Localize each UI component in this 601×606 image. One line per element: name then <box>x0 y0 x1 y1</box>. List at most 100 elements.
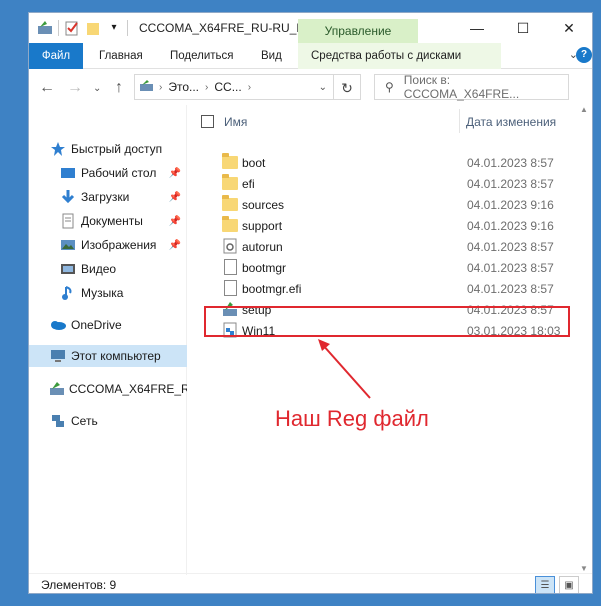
file-name: bootmgr.efi <box>242 282 302 296</box>
nav-item-onedrive[interactable]: OneDrive <box>29 314 187 336</box>
file-row-support[interactable]: support 04.01.2023 9:16 <box>189 215 592 236</box>
file-row-sources[interactable]: sources 04.01.2023 9:16 <box>189 194 592 215</box>
nav-label: Быстрый доступ <box>71 142 163 156</box>
nav-item-downloads[interactable]: Загрузки 📌 <box>29 186 187 208</box>
properties-icon[interactable] <box>64 20 80 36</box>
address-row: ← → ⌄ ↑ › Это... › CC... › ⌄ ↻ ⚲ Поиск в… <box>29 71 592 105</box>
breadcrumb-chevron-icon: › <box>159 81 163 93</box>
breadcrumb-this-pc[interactable]: Это... <box>168 80 199 94</box>
new-folder-icon[interactable] <box>85 20 101 36</box>
explorer-window: ▾ CCCOMA_X64FRE_RU-RU_D... Управление — … <box>28 12 593 594</box>
tab-file[interactable]: Файл <box>29 43 83 69</box>
file-name: autorun <box>242 240 283 254</box>
column-date-modified[interactable]: Дата изменения <box>466 115 556 129</box>
file-name: support <box>242 219 283 233</box>
address-dropdown-icon[interactable]: ⌄ <box>319 82 327 93</box>
help-icon[interactable]: ? <box>576 47 592 63</box>
nav-label: Изображения <box>81 238 157 252</box>
refresh-icon[interactable]: ↻ <box>334 74 361 100</box>
close-icon[interactable]: ✕ <box>546 13 592 43</box>
nav-item-music[interactable]: Музыка <box>29 282 187 304</box>
ribbon-tabs: Файл Главная Поделиться Вид Средства раб… <box>29 43 592 69</box>
file-date: 04.01.2023 9:16 <box>467 219 554 233</box>
address-bar[interactable]: › Это... › CC... › ⌄ <box>134 74 334 100</box>
recent-locations-icon[interactable]: ⌄ <box>93 83 101 94</box>
pictures-icon <box>59 237 77 253</box>
file-name: sources <box>242 198 285 212</box>
forward-icon[interactable]: → <box>67 79 83 97</box>
large-icons-view-icon[interactable]: ▣ <box>559 576 579 593</box>
tab-view[interactable]: Вид <box>261 43 282 69</box>
breadcrumb-chevron-icon: › <box>205 81 209 93</box>
music-icon <box>59 285 77 301</box>
nav-item-video[interactable]: Видео <box>29 258 187 280</box>
nav-item-quick-access[interactable]: Быстрый доступ <box>29 138 187 160</box>
pin-icon: 📌 <box>168 191 181 203</box>
nav-item-network[interactable]: Сеть <box>29 410 187 432</box>
drive-icon <box>139 79 155 96</box>
file-list: Имя Дата изменения boot 04.01.2023 8:57 … <box>189 105 592 575</box>
disc-drive-icon <box>49 381 65 397</box>
toolbar-divider <box>58 20 59 36</box>
nav-item-dvd-drive[interactable]: CCCOMA_X64FRE_RU <box>29 378 187 400</box>
annotation-highlight-box <box>204 306 570 337</box>
video-icon <box>59 261 77 277</box>
drive-icon <box>37 20 53 36</box>
customize-toolbar-icon[interactable]: ▾ <box>106 20 122 36</box>
context-tab-manage[interactable]: Управление <box>298 19 418 43</box>
details-view-icon[interactable]: ☰ <box>535 576 555 593</box>
tab-drive-tools[interactable]: Средства работы с дисками <box>311 43 461 69</box>
file-icon <box>222 280 238 296</box>
settings-file-icon <box>222 238 238 254</box>
navigation-pane: Быстрый доступ Рабочий стол 📌 Загрузки 📌… <box>29 105 187 575</box>
title-bar: ▾ CCCOMA_X64FRE_RU-RU_D... Управление — … <box>29 13 592 43</box>
pin-icon: 📌 <box>168 215 181 227</box>
back-icon[interactable]: ← <box>39 79 55 97</box>
file-row-efi[interactable]: efi 04.01.2023 8:57 <box>189 173 592 194</box>
file-row-bootmgr[interactable]: bootmgr 04.01.2023 8:57 <box>189 257 592 278</box>
nav-label: OneDrive <box>71 318 122 332</box>
star-icon <box>49 141 67 157</box>
search-input[interactable]: ⚲ Поиск в: CCCOMA_X64FRE... <box>374 73 569 101</box>
file-row-boot[interactable]: boot 04.01.2023 8:57 <box>189 152 592 173</box>
breadcrumb-drive[interactable]: CC... <box>214 80 241 94</box>
file-row-autorun[interactable]: autorun 04.01.2023 8:57 <box>189 236 592 257</box>
pin-icon: 📌 <box>168 239 181 251</box>
file-row-bootmgr-efi[interactable]: bootmgr.efi 04.01.2023 8:57 <box>189 278 592 299</box>
scroll-up-icon[interactable]: ▲ <box>580 105 588 114</box>
window-controls: — ☐ ✕ <box>454 13 592 43</box>
tab-share[interactable]: Поделиться <box>170 43 234 69</box>
nav-label: CCCOMA_X64FRE_RU <box>69 382 187 396</box>
column-header: Имя Дата изменения <box>189 105 592 135</box>
quick-access-toolbar: ▾ <box>37 20 128 36</box>
nav-item-documents[interactable]: Документы 📌 <box>29 210 187 232</box>
pin-icon: 📌 <box>168 167 181 179</box>
search-icon: ⚲ <box>385 80 394 94</box>
file-date: 04.01.2023 8:57 <box>467 156 554 170</box>
file-name: boot <box>242 156 266 170</box>
network-icon <box>49 413 67 429</box>
file-icon <box>222 259 238 275</box>
search-placeholder: Поиск в: CCCOMA_X64FRE... <box>403 73 520 101</box>
vertical-scrollbar[interactable]: ▲ ▼ <box>576 105 592 573</box>
minimize-icon[interactable]: — <box>454 13 500 43</box>
nav-item-this-pc[interactable]: Этот компьютер <box>29 345 187 367</box>
scroll-down-icon[interactable]: ▼ <box>580 564 588 573</box>
nav-label: Загрузки <box>81 190 130 204</box>
nav-item-desktop[interactable]: Рабочий стол 📌 <box>29 162 187 184</box>
folder-icon <box>222 153 238 170</box>
nav-label: Документы <box>81 214 143 228</box>
column-divider[interactable] <box>459 109 460 133</box>
select-all-checkbox[interactable] <box>201 115 214 128</box>
annotation-label: Наш Reg файл <box>275 406 429 431</box>
column-name[interactable]: Имя <box>224 115 247 129</box>
computer-icon <box>49 348 67 364</box>
nav-item-pictures[interactable]: Изображения 📌 <box>29 234 187 256</box>
window-title: CCCOMA_X64FRE_RU-RU_D... <box>139 21 316 35</box>
maximize-icon[interactable]: ☐ <box>500 13 546 43</box>
toolbar-divider <box>127 20 128 36</box>
up-icon[interactable]: ↑ <box>115 79 123 97</box>
tab-home[interactable]: Главная <box>99 43 143 69</box>
file-name: bootmgr <box>242 261 287 275</box>
file-date: 04.01.2023 8:57 <box>467 240 554 254</box>
